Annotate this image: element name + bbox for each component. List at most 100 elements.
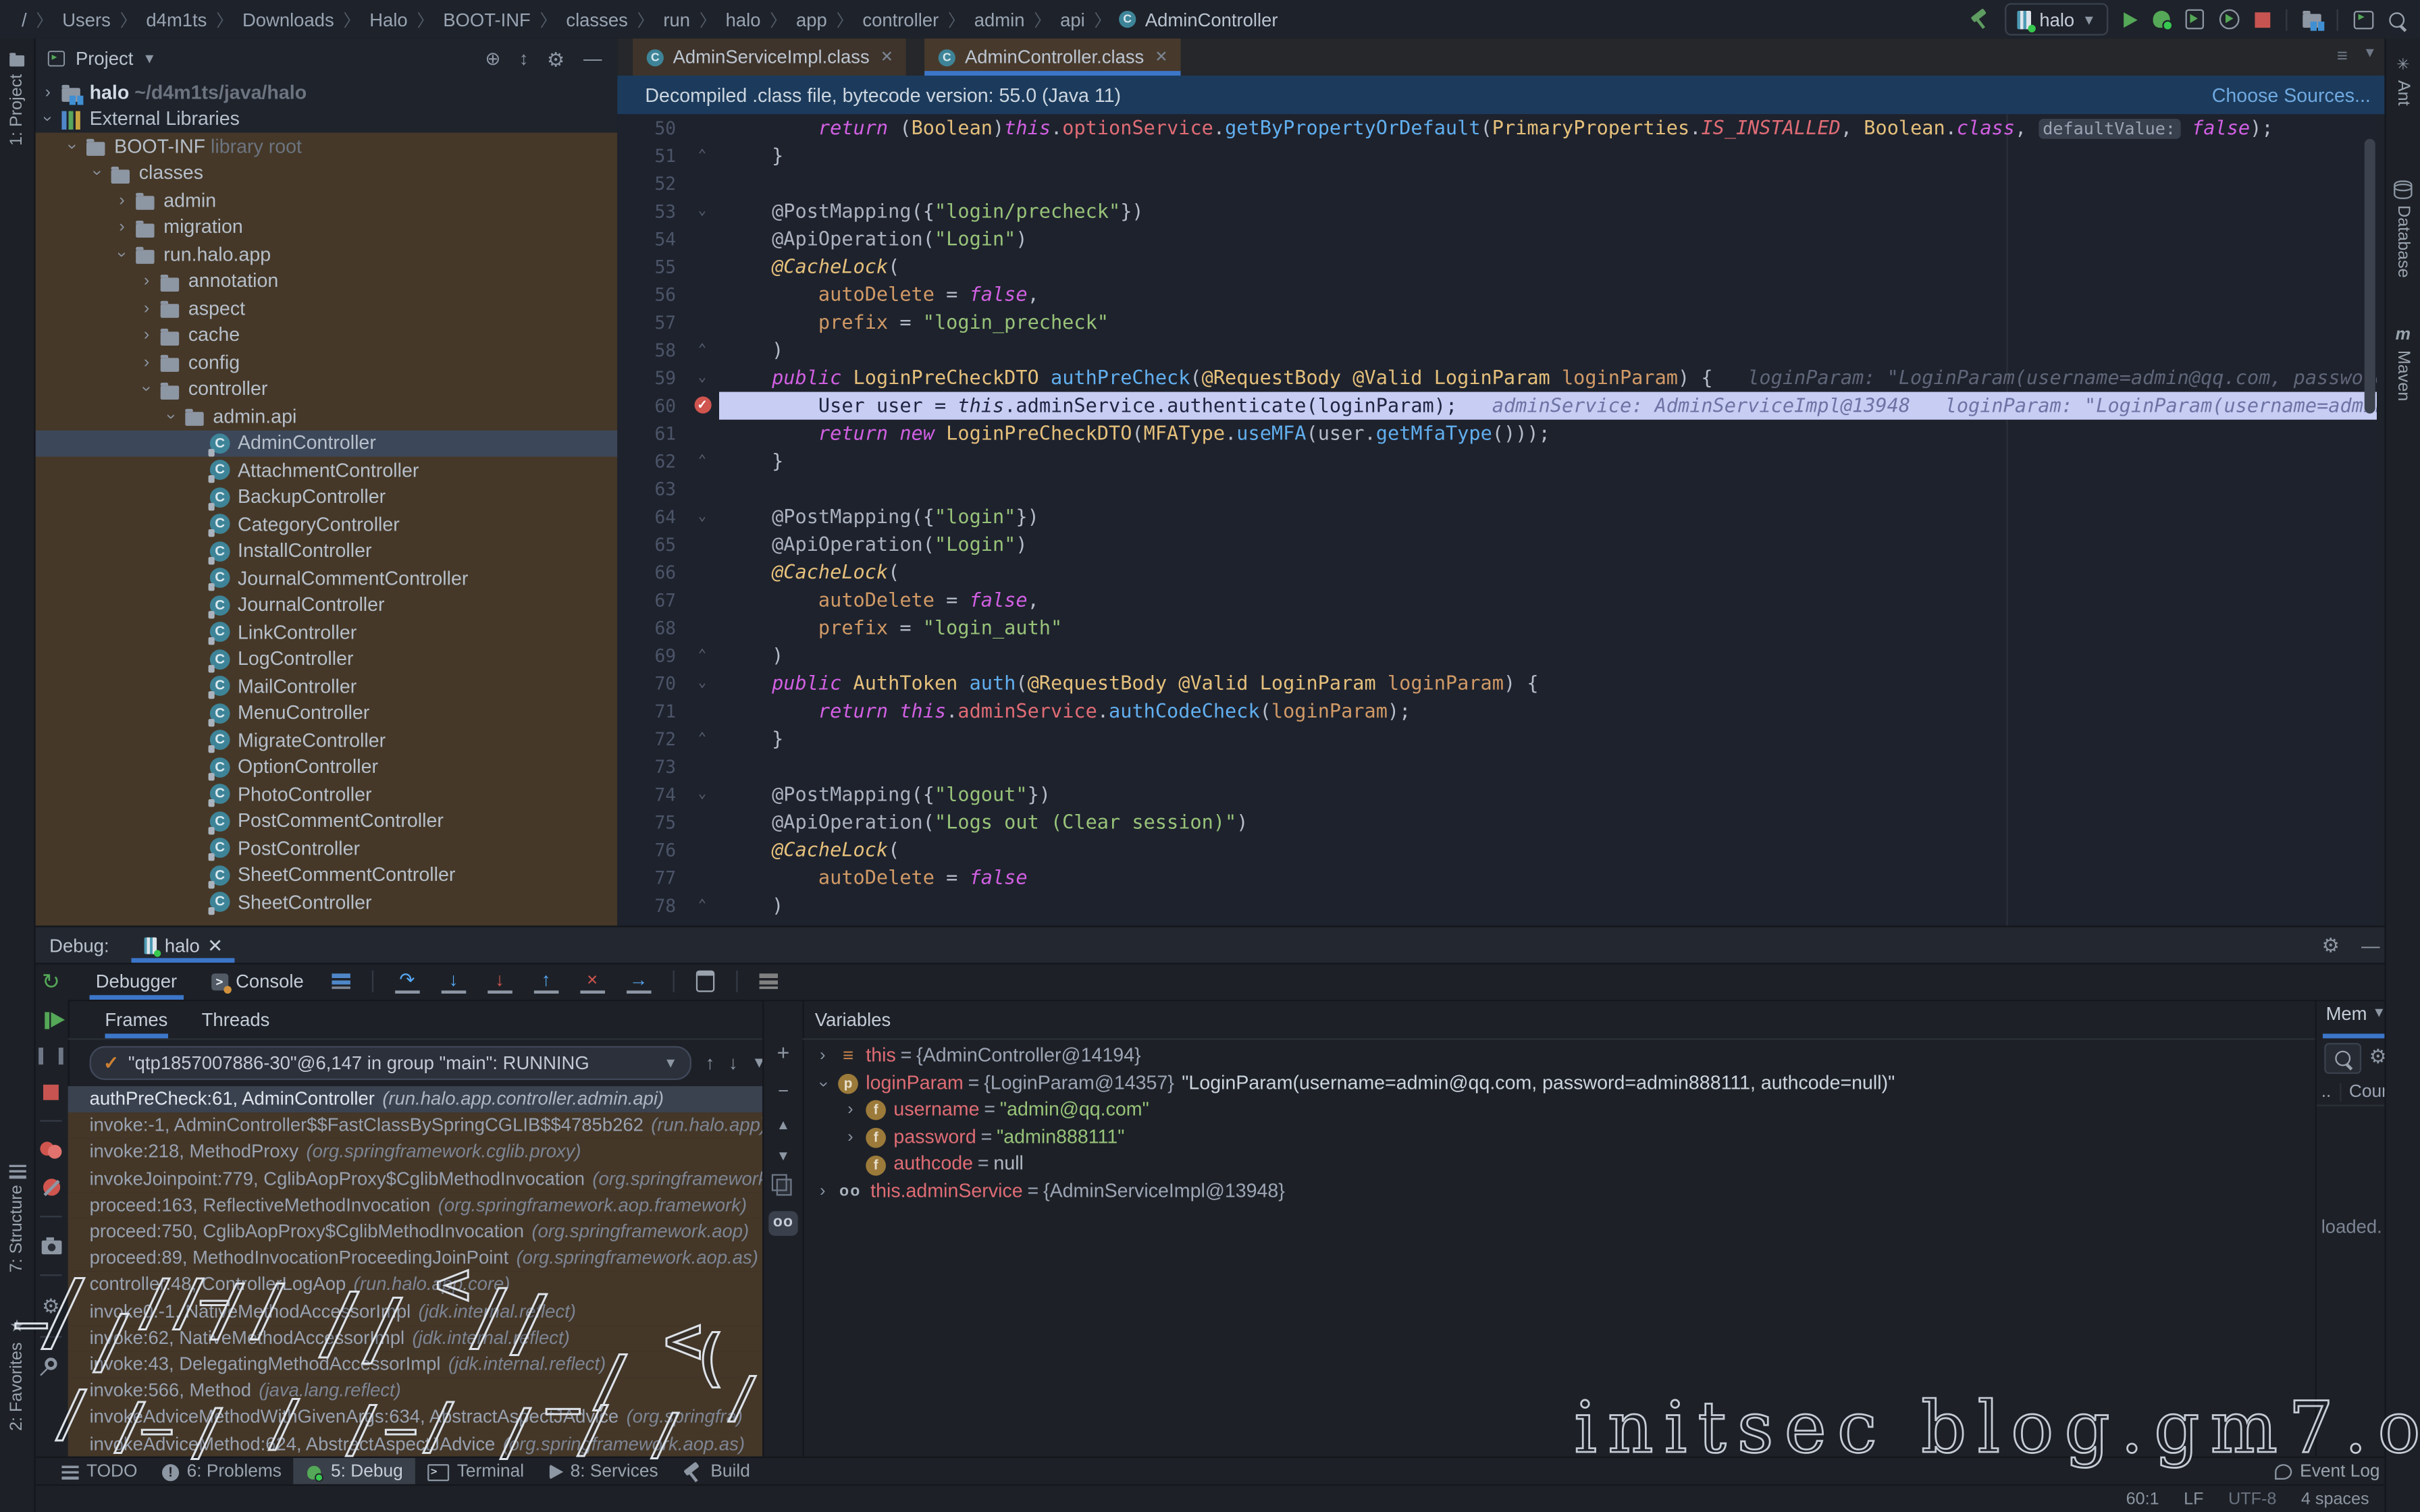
line-number[interactable]: 58	[617, 336, 676, 364]
line-number[interactable]: 72	[617, 725, 676, 753]
frame-up-icon[interactable]: ↑	[706, 1052, 715, 1074]
stack-frame[interactable]: authPreCheck:61, AdminController(run.hal…	[68, 1086, 763, 1112]
line-number[interactable]: 54	[617, 225, 676, 253]
project-tree-item-JournalCommentController[interactable]: JournalCommentController	[34, 565, 617, 592]
memory-search[interactable]	[2324, 1043, 2361, 1074]
line-number[interactable]: 51	[617, 142, 676, 169]
chevron-collapsed-icon[interactable]: ›	[139, 353, 155, 371]
project-tree-item-External Libraries[interactable]: ›External Libraries	[34, 106, 617, 133]
tool-window-button-5: Debug[interactable]: 5: Debug	[294, 1458, 415, 1486]
view-breakpoints-icon[interactable]	[40, 1141, 61, 1158]
fold-icon[interactable]: ⌃	[685, 642, 719, 670]
fold-icon[interactable]: ⌄	[685, 670, 719, 697]
chevron-expanded-icon[interactable]: ›	[90, 164, 105, 182]
project-tree-item-MigrateController[interactable]: MigrateController	[34, 727, 617, 754]
code-editor[interactable]: 50 return (Boolean)this.optionService.ge…	[617, 114, 2377, 925]
breadcrumb-item[interactable]: BOOT-INF	[443, 9, 531, 30]
frame-down-icon[interactable]: ↓	[729, 1052, 738, 1074]
filter-icon[interactable]: ▼	[752, 1054, 762, 1071]
editor-scrollbar[interactable]	[2365, 139, 2375, 414]
stack-frame[interactable]: proceed:89, MethodInvocationProceedingJo…	[68, 1245, 763, 1272]
line-number[interactable]: 52	[617, 169, 676, 197]
breakpoint-icon[interactable]: ✓	[685, 392, 719, 420]
fold-icon[interactable]: ⌄	[685, 364, 719, 392]
chevron-collapsed-icon[interactable]: ›	[139, 272, 155, 290]
stack-frame[interactable]: invoke0:-1, NativeMethodAccessorImpl(jdk…	[68, 1299, 763, 1325]
move-down-icon[interactable]: ▼	[777, 1148, 790, 1164]
line-number[interactable]: 78	[617, 892, 676, 919]
line-number[interactable]: 67	[617, 587, 676, 614]
evaluate-expression-icon[interactable]	[695, 971, 714, 992]
tab-threads[interactable]: Threads	[202, 1008, 270, 1030]
tab-frames[interactable]: Frames	[105, 1000, 167, 1038]
project-tree-item-AttachmentController[interactable]: AttachmentController	[34, 457, 617, 484]
tab-debugger[interactable]: Debugger	[90, 963, 184, 1000]
project-tree-item-admin[interactable]: ›admin	[34, 187, 617, 214]
stack-frame[interactable]: invoke:566, Method(java.lang.reflect)	[68, 1378, 763, 1405]
project-tree-item-PostCommentController[interactable]: PostCommentController	[34, 808, 617, 835]
fold-icon[interactable]: ⌃	[685, 336, 719, 364]
tab-memory[interactable]: Mem	[2326, 1003, 2367, 1025]
gear-icon[interactable]: ⚙	[2322, 935, 2340, 955]
line-number[interactable]: 50	[617, 114, 676, 142]
pause-icon[interactable]	[38, 1048, 63, 1064]
tool-button-favorites[interactable]: ★ 2: Favorites	[0, 1316, 34, 1431]
chevron-collapsed-icon[interactable]: ›	[139, 299, 155, 317]
move-up-icon[interactable]: ▲	[777, 1117, 790, 1133]
editor-maximize-icon[interactable]: ▼	[2363, 45, 2377, 66]
event-log-button[interactable]: Event Log	[2276, 1463, 2380, 1481]
chevron-icon[interactable]: ›	[843, 1125, 858, 1152]
line-number[interactable]: 76	[617, 836, 676, 864]
line-number[interactable]: 75	[617, 809, 676, 836]
line-number[interactable]: 61	[617, 420, 676, 448]
remove-watch-icon[interactable]: −	[778, 1080, 789, 1102]
variable-username[interactable]: ›fusername = "admin@qq.com"	[843, 1098, 1149, 1125]
project-tree-item-OptionController[interactable]: OptionController	[34, 754, 617, 781]
variable-loginParam[interactable]: ›ploginParam = {LoginParam@14357} "Login…	[815, 1070, 1895, 1097]
close-icon[interactable]: ✕	[207, 934, 223, 956]
line-number[interactable]: 71	[617, 697, 676, 725]
project-tree-item-AdminController[interactable]: AdminController	[34, 430, 617, 457]
line-number[interactable]: 62	[617, 448, 676, 475]
line-number[interactable]: 57	[617, 308, 676, 336]
caret-position[interactable]: 60:1	[2126, 1490, 2159, 1509]
project-tree-item-aspect[interactable]: ›aspect	[34, 295, 617, 322]
line-ending[interactable]: LF	[2184, 1490, 2203, 1509]
tool-window-button-Build[interactable]: Build	[670, 1458, 762, 1486]
chevron-icon[interactable]: ›	[815, 1043, 831, 1070]
gear-icon[interactable]: ⚙	[547, 49, 565, 69]
chevron-icon[interactable]: ›	[815, 1179, 831, 1206]
collapse-all-icon[interactable]: ↕	[519, 48, 529, 70]
project-tree-item-SheetController[interactable]: SheetController	[34, 889, 617, 916]
variable-password[interactable]: ›fpassword = "admin888111"	[843, 1125, 1124, 1152]
mute-breakpoints-icon[interactable]	[43, 1179, 59, 1195]
project-tree-item-config[interactable]: ›config	[34, 349, 617, 376]
file-encoding[interactable]: UTF-8	[2228, 1490, 2276, 1509]
breadcrumb-item[interactable]: api	[1060, 9, 1085, 30]
tab-console[interactable]: Console	[205, 963, 310, 1000]
chevron-collapsed-icon[interactable]: ›	[114, 218, 130, 236]
stack-frame[interactable]: proceed:750, CglibAopProxy$CglibMethodIn…	[68, 1219, 763, 1245]
step-over-icon[interactable]: ↷	[395, 970, 420, 993]
project-tree-item-JournalController[interactable]: JournalController	[34, 592, 617, 619]
line-number[interactable]: 77	[617, 864, 676, 892]
breadcrumb-item[interactable]: halo	[726, 9, 761, 30]
chevron-icon[interactable]: ›	[815, 1070, 831, 1097]
hide-panel-icon[interactable]: —	[583, 48, 602, 70]
debugger-settings-icon[interactable]: ⚙	[42, 1296, 60, 1316]
fold-icon[interactable]: ⌃	[685, 892, 719, 919]
breadcrumb-item[interactable]: Users	[62, 9, 111, 30]
chevron-expanded-icon[interactable]: ›	[65, 137, 80, 155]
project-tree-item-halo[interactable]: ›halo ~/d4m1ts/java/halo	[34, 79, 617, 106]
line-number[interactable]: 59	[617, 364, 676, 392]
memory-col-class[interactable]: ..	[2317, 1083, 2342, 1102]
fold-icon[interactable]: ⌄	[685, 503, 719, 531]
project-tree-item-MenuController[interactable]: MenuController	[34, 700, 617, 727]
editor-tab-AdminController.class[interactable]: AdminController.class✕	[925, 38, 1180, 76]
line-number[interactable]: 74	[617, 781, 676, 809]
step-into-icon[interactable]: ↓	[441, 970, 466, 993]
line-number[interactable]: 63	[617, 475, 676, 503]
project-tree-item-LinkController[interactable]: LinkController	[34, 619, 617, 646]
project-tree-item-SheetCommentController[interactable]: SheetCommentController	[34, 862, 617, 889]
project-tree-item-cache[interactable]: ›cache	[34, 322, 617, 349]
